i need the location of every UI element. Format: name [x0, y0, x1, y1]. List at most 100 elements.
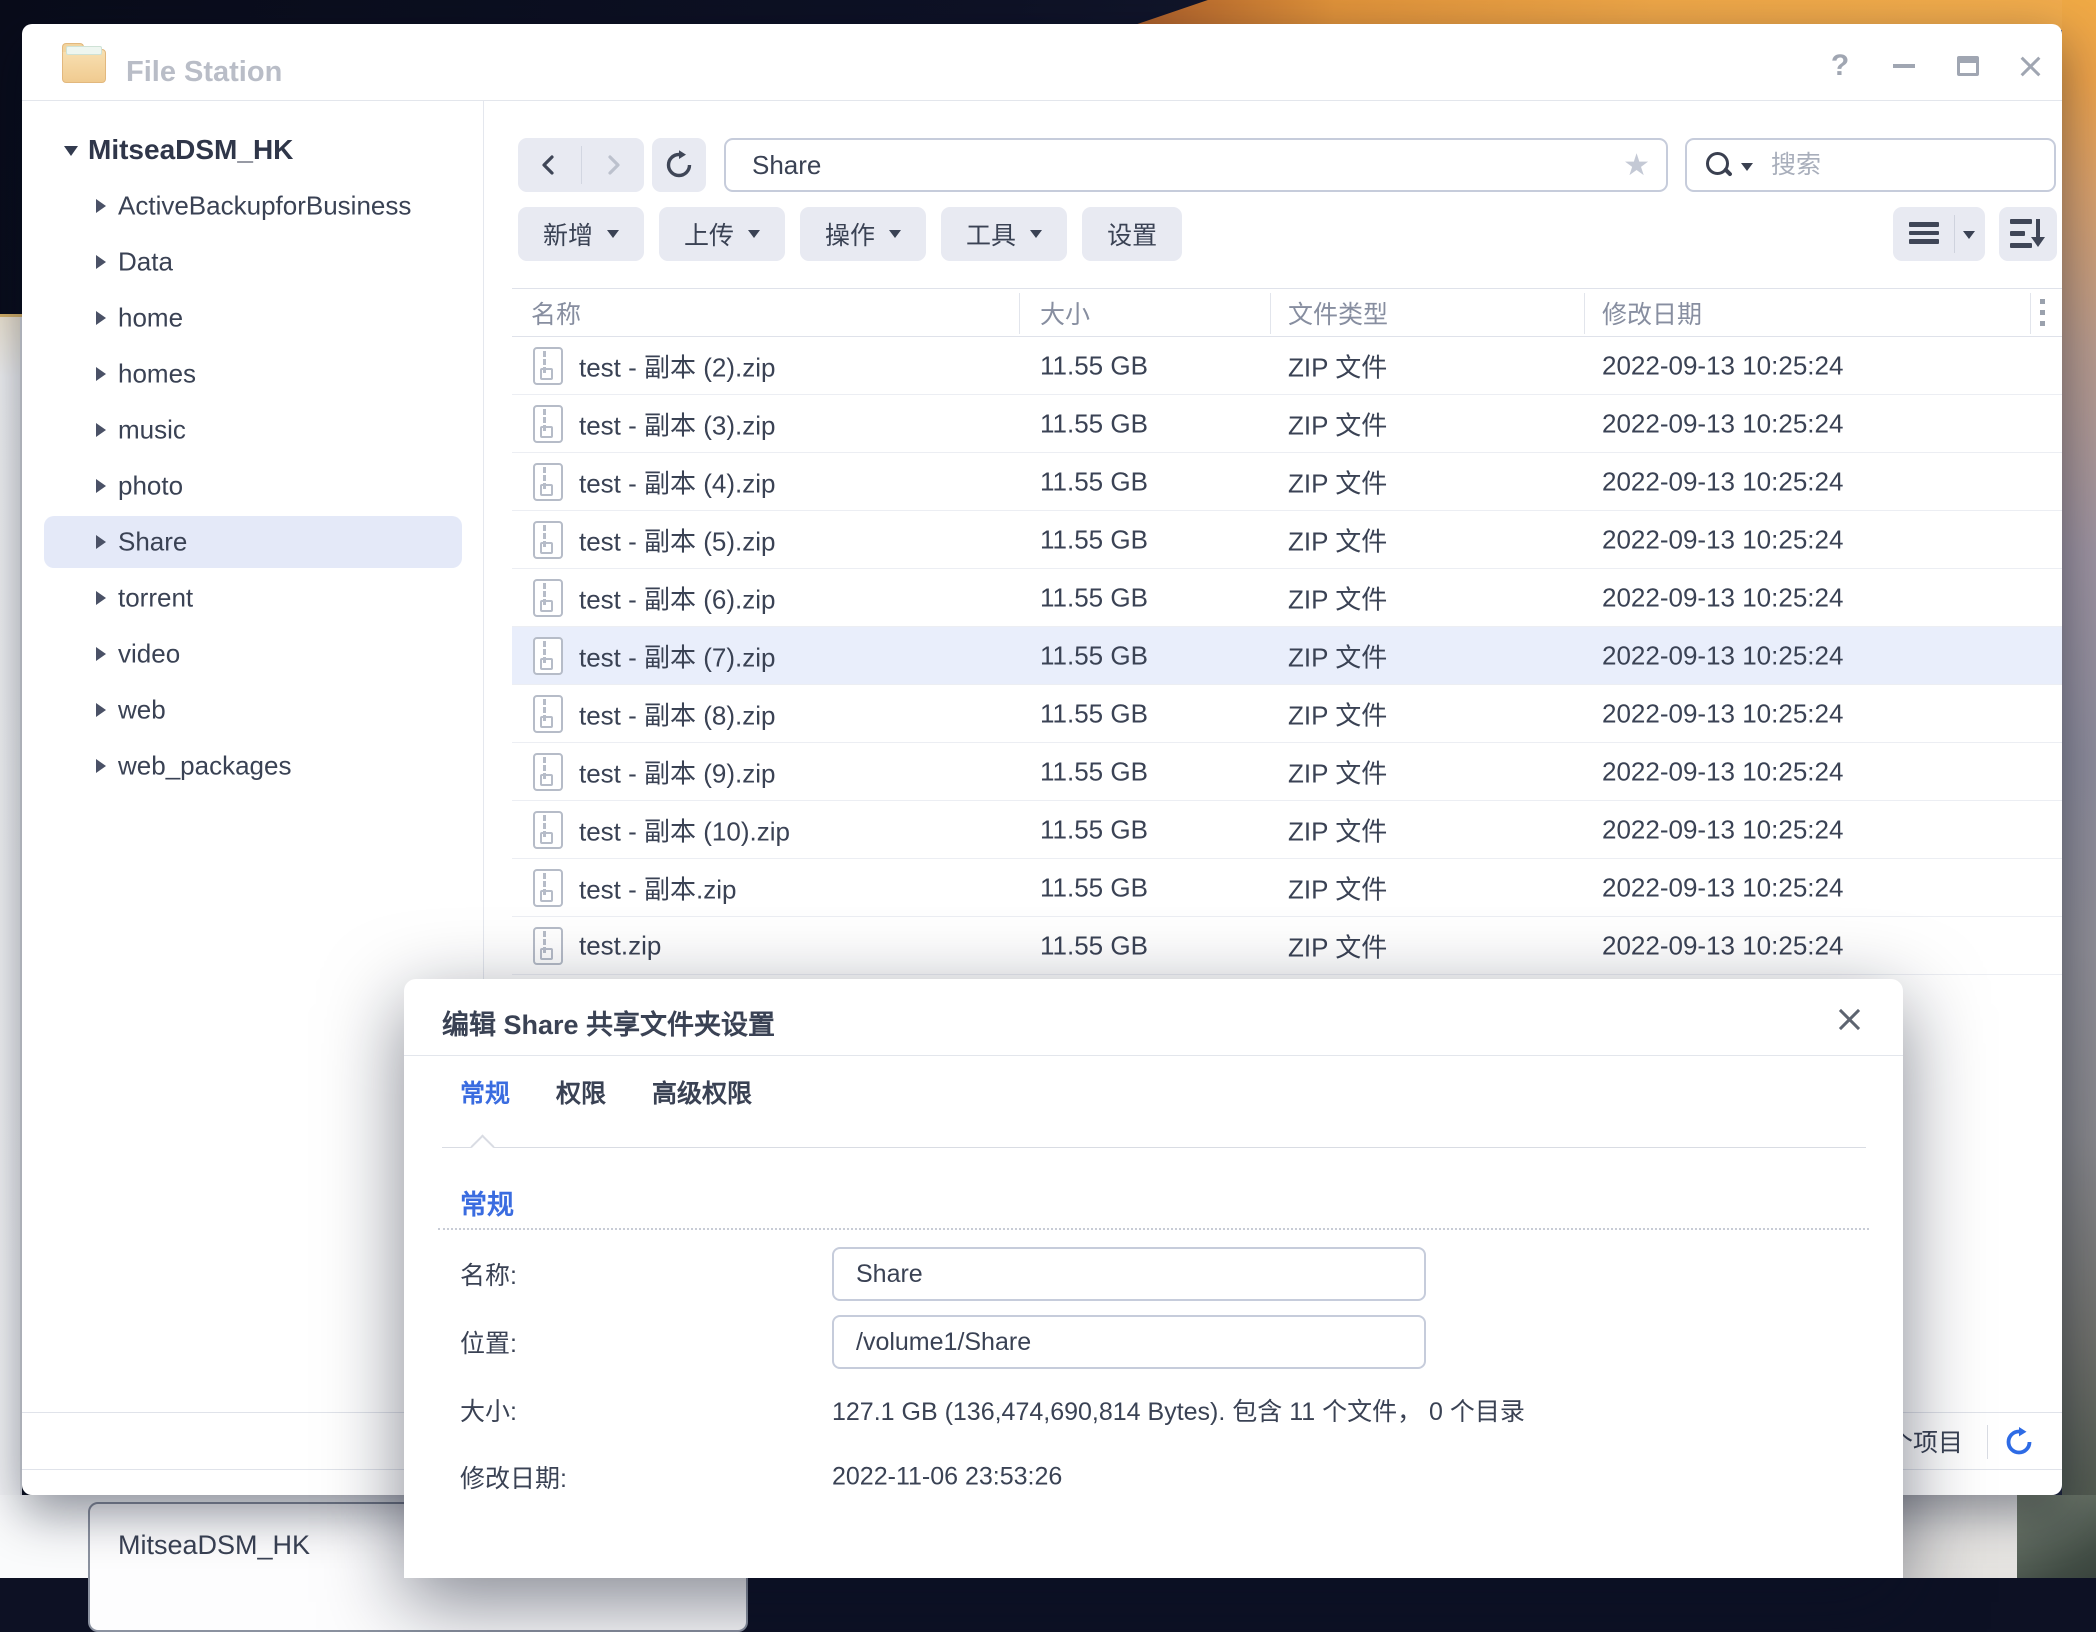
- toolbar-button[interactable]: 操作: [800, 207, 926, 261]
- zip-file-icon: [533, 927, 563, 965]
- expand-arrow-icon[interactable]: [96, 703, 106, 717]
- file-type: ZIP 文件: [1288, 347, 1387, 384]
- expand-arrow-icon[interactable]: [96, 591, 106, 605]
- table-row[interactable]: test - 副本 (5).zip 11.55 GB ZIP 文件 2022-0…: [512, 511, 2062, 569]
- view-mode-button[interactable]: [1893, 207, 1985, 261]
- expand-arrow-icon[interactable]: [96, 759, 106, 773]
- table-row[interactable]: test - 副本 (2).zip 11.55 GB ZIP 文件 2022-0…: [512, 337, 2062, 395]
- expand-arrow-icon[interactable]: [96, 199, 106, 213]
- column-header-type[interactable]: 文件类型: [1288, 295, 1388, 331]
- tab-高级权限[interactable]: 高级权限: [652, 1074, 752, 1110]
- zip-file-icon: [533, 405, 563, 443]
- sidebar-item-label: ActiveBackupforBusiness: [118, 191, 411, 222]
- column-header-modified[interactable]: 修改日期: [1602, 295, 1702, 331]
- expand-arrow-icon[interactable]: [96, 535, 106, 549]
- file-name: test - 副本 (4).zip: [579, 463, 775, 500]
- active-tab-notch: [470, 1134, 494, 1158]
- search-box: [1685, 138, 2056, 192]
- toolbar-button[interactable]: 工具: [941, 207, 1067, 261]
- back-button[interactable]: [518, 138, 581, 192]
- sidebar-item-home[interactable]: home: [22, 290, 483, 346]
- sidebar-item-label: Data: [118, 247, 173, 278]
- sidebar-item-label: home: [118, 303, 183, 334]
- expand-arrow-icon[interactable]: [96, 647, 106, 661]
- file-type: ZIP 文件: [1288, 811, 1387, 848]
- sidebar-item-music[interactable]: music: [22, 402, 483, 458]
- table-row[interactable]: test - 副本 (8).zip 11.55 GB ZIP 文件 2022-0…: [512, 685, 2062, 743]
- sidebar-item-label: web_packages: [118, 751, 291, 782]
- column-divider: [1270, 293, 1271, 334]
- file-list: test - 副本 (2).zip 11.55 GB ZIP 文件 2022-0…: [512, 337, 2062, 975]
- search-icon[interactable]: [1705, 151, 1733, 179]
- dialog-close-icon[interactable]: [1835, 1005, 1863, 1033]
- favorite-star-icon[interactable]: ★: [1623, 148, 1650, 183]
- file-name: test - 副本 (9).zip: [579, 753, 775, 790]
- collapse-arrow-icon[interactable]: [64, 146, 78, 156]
- toolbar-button-label: 工具: [966, 216, 1016, 252]
- status-refresh-button[interactable]: [2004, 1427, 2034, 1457]
- file-name: test - 副本 (10).zip: [579, 811, 790, 848]
- sidebar-item-activebackupforbusiness[interactable]: ActiveBackupforBusiness: [22, 178, 483, 234]
- table-row[interactable]: test - 副本 (7).zip 11.55 GB ZIP 文件 2022-0…: [512, 627, 2062, 685]
- chevron-left-icon: [536, 152, 562, 178]
- column-header-name[interactable]: 名称: [531, 295, 581, 331]
- field-input[interactable]: [832, 1247, 1426, 1301]
- table-row[interactable]: test - 副本 (3).zip 11.55 GB ZIP 文件 2022-0…: [512, 395, 2062, 453]
- search-input[interactable]: [1769, 140, 2039, 190]
- file-modified: 2022-09-13 10:25:24: [1602, 640, 1843, 671]
- sort-icon: [2010, 219, 2046, 249]
- sidebar-item-label: photo: [118, 471, 183, 502]
- sidebar-item-share[interactable]: Share: [22, 514, 483, 570]
- zip-file-icon: [533, 811, 563, 849]
- dialog-tabs: 常规 权限 高级权限: [460, 1074, 752, 1110]
- expand-arrow-icon[interactable]: [96, 423, 106, 437]
- file-type: ZIP 文件: [1288, 521, 1387, 558]
- sidebar-item-web_packages[interactable]: web_packages: [22, 738, 483, 794]
- titlebar: File Station ?: [22, 24, 2062, 101]
- table-row[interactable]: test - 副本 (10).zip 11.55 GB ZIP 文件 2022-…: [512, 801, 2062, 859]
- help-icon[interactable]: ?: [1822, 50, 1858, 82]
- toolbar-button[interactable]: 设置: [1082, 207, 1182, 261]
- table-row[interactable]: test - 副本 (9).zip 11.55 GB ZIP 文件 2022-0…: [512, 743, 2062, 801]
- expand-arrow-icon[interactable]: [96, 255, 106, 269]
- toolbar-button[interactable]: 新增: [518, 207, 644, 261]
- table-row[interactable]: test.zip 11.55 GB ZIP 文件 2022-09-13 10:2…: [512, 917, 2062, 975]
- column-options-icon[interactable]: [2040, 296, 2048, 329]
- file-name: test - 副本 (3).zip: [579, 405, 775, 442]
- toolbar-button[interactable]: 上传: [659, 207, 785, 261]
- sidebar-item-data[interactable]: Data: [22, 234, 483, 290]
- sidebar-item-homes[interactable]: homes: [22, 346, 483, 402]
- table-row[interactable]: test - 副本 (4).zip 11.55 GB ZIP 文件 2022-0…: [512, 453, 2062, 511]
- status-divider: [1987, 1425, 1988, 1459]
- refresh-icon: [2004, 1427, 2034, 1457]
- expand-arrow-icon[interactable]: [96, 479, 106, 493]
- expand-arrow-icon[interactable]: [96, 311, 106, 325]
- sidebar-item-torrent[interactable]: torrent: [22, 570, 483, 626]
- refresh-icon: [664, 150, 694, 180]
- sidebar-item-video[interactable]: video: [22, 626, 483, 682]
- sidebar-item-photo[interactable]: photo: [22, 458, 483, 514]
- refresh-button[interactable]: [652, 138, 706, 192]
- sidebar-tree: MitseaDSM_HK ActiveBackupforBusiness Dat…: [22, 122, 483, 794]
- field-input[interactable]: [832, 1315, 1426, 1369]
- sidebar-root-mitseadsm-hk[interactable]: MitseaDSM_HK: [22, 122, 483, 178]
- column-header-size[interactable]: 大小: [1040, 295, 1090, 331]
- file-name: test - 副本 (2).zip: [579, 347, 775, 384]
- maximize-icon[interactable]: [1950, 50, 1986, 82]
- view-caret-icon[interactable]: [1963, 231, 1975, 239]
- table-row[interactable]: test - 副本 (6).zip 11.55 GB ZIP 文件 2022-0…: [512, 569, 2062, 627]
- sidebar-item-web[interactable]: web: [22, 682, 483, 738]
- table-row[interactable]: test - 副本.zip 11.55 GB ZIP 文件 2022-09-13…: [512, 859, 2062, 917]
- minimize-icon[interactable]: [1886, 50, 1922, 82]
- tab-常规[interactable]: 常规: [460, 1074, 510, 1110]
- path-input[interactable]: [750, 140, 1590, 190]
- forward-button[interactable]: [582, 138, 645, 192]
- file-size: 11.55 GB: [1040, 930, 1148, 961]
- expand-arrow-icon[interactable]: [96, 367, 106, 381]
- tab-权限[interactable]: 权限: [556, 1074, 606, 1110]
- toolbar-button-label: 设置: [1107, 216, 1157, 252]
- dialog-field: 大小: 127.1 GB (136,474,690,814 Bytes). 包含…: [460, 1383, 1847, 1437]
- sort-button[interactable]: [1999, 207, 2057, 261]
- close-icon[interactable]: [2012, 50, 2048, 82]
- search-options-caret-icon[interactable]: [1741, 163, 1753, 171]
